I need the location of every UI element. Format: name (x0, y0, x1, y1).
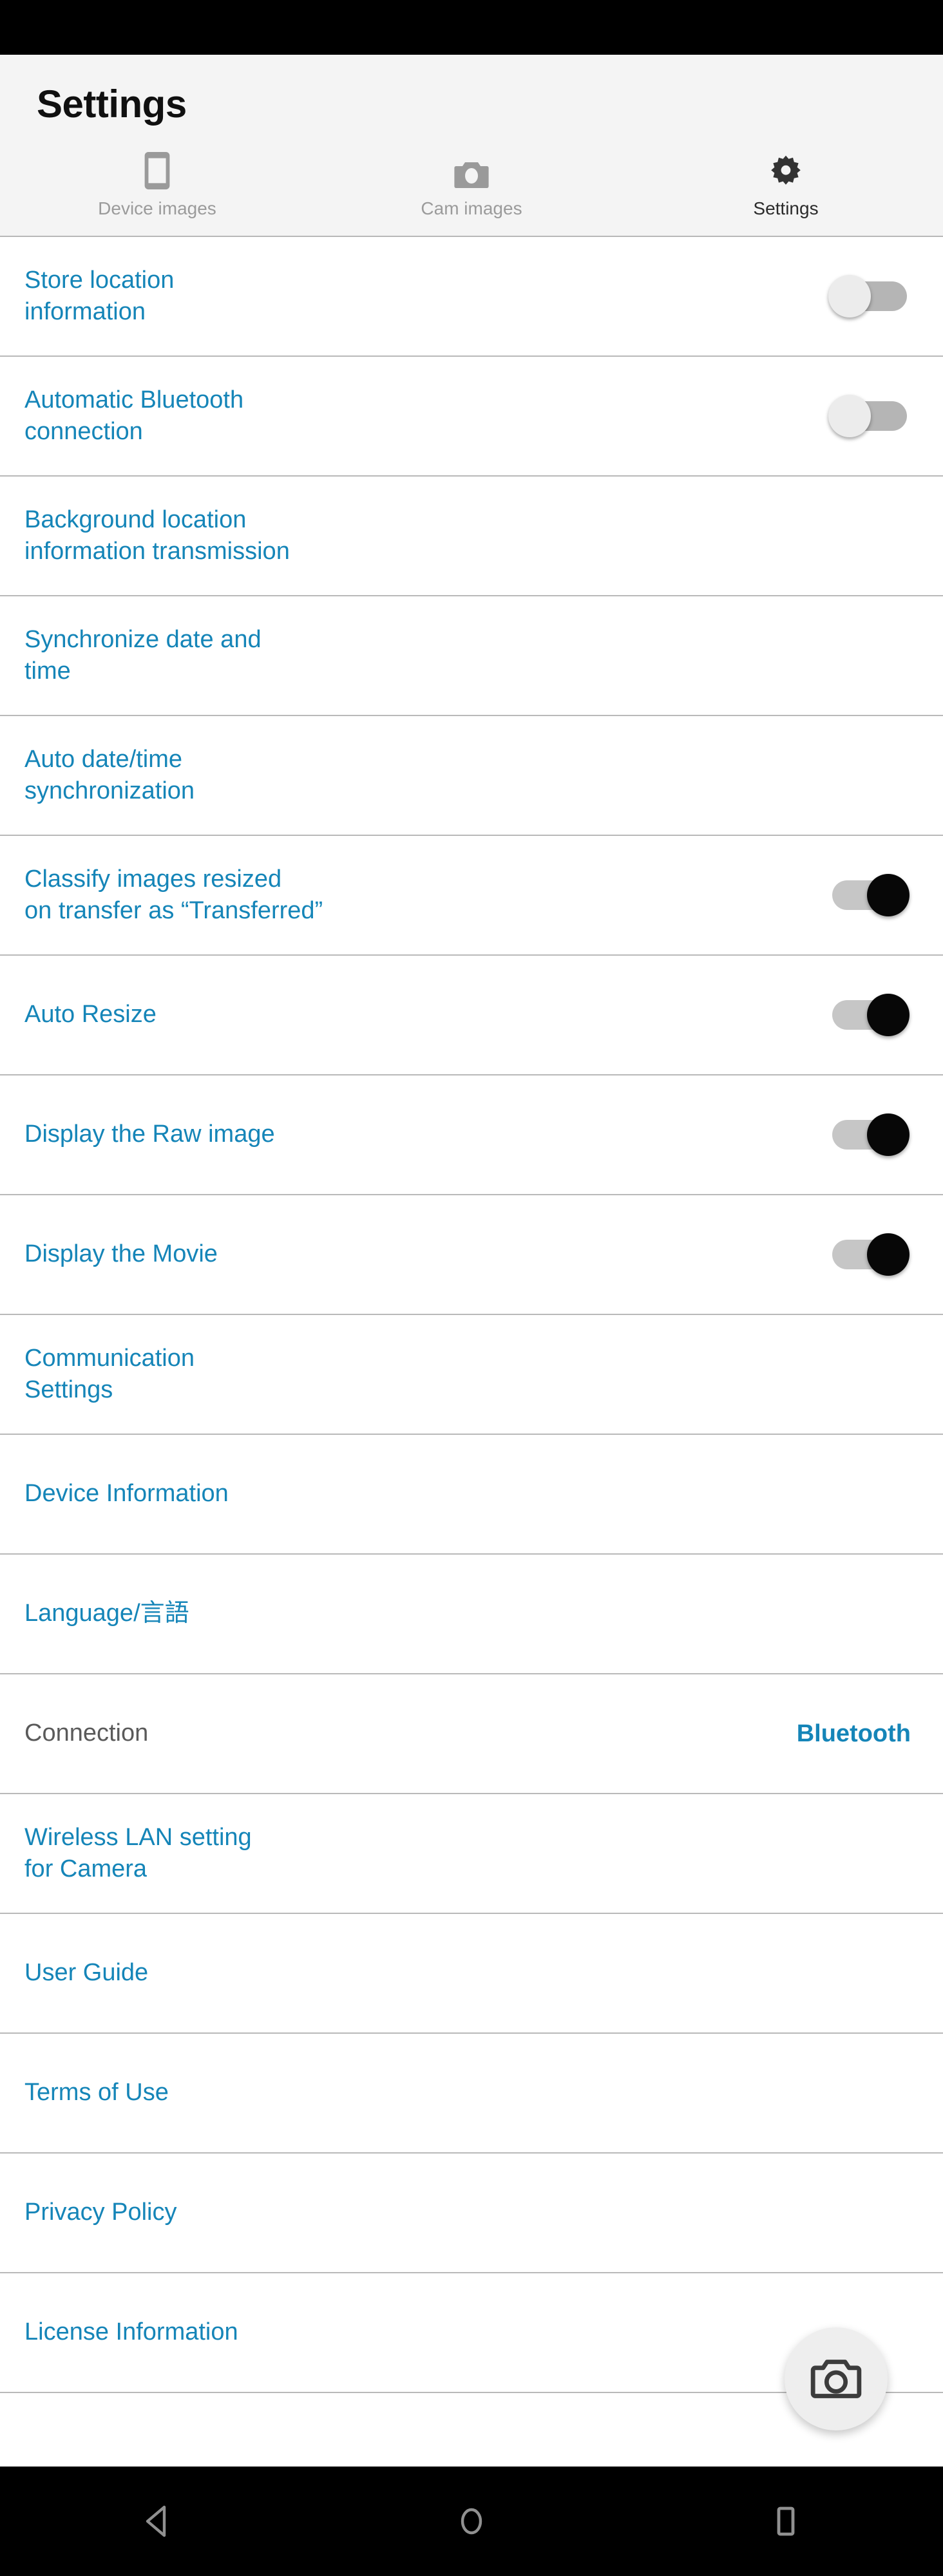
settings-row-label: Synchronize date and time (24, 625, 262, 685)
recents-square-button[interactable] (728, 2467, 844, 2576)
gear-icon (768, 151, 803, 191)
settings-row[interactable]: Display the Raw image (0, 1075, 943, 1195)
settings-row[interactable]: Store location information (0, 237, 943, 357)
settings-row-label: Wireless LAN setting for Camera (24, 1823, 252, 1882)
settings-row[interactable]: Connection Bluetooth (0, 1674, 943, 1794)
tab-bar: Device images Cam images Settings (0, 151, 943, 236)
phone-icon (143, 151, 171, 191)
camera-icon (453, 151, 490, 191)
settings-row-label: Communication Settings (24, 1344, 195, 1403)
home-circle-icon (457, 2505, 486, 2538)
settings-row-label: Privacy Policy (24, 2199, 177, 2226)
settings-row-value: Bluetooth (796, 1719, 911, 1747)
settings-row-label: Connection (24, 1719, 149, 1747)
toggle-switch[interactable] (828, 990, 912, 1039)
tab-settings[interactable]: Settings (629, 151, 943, 218)
recents-square-icon (773, 2505, 799, 2538)
settings-list: Store location information Automatic Blue… (0, 237, 943, 2467)
tab-label: Settings (753, 198, 819, 218)
camera-icon (808, 2351, 864, 2407)
settings-row-label: Display the Raw image (24, 1121, 275, 1148)
settings-row[interactable]: Device Information (0, 1435, 943, 1555)
app-header: Settings Device images Cam images Settings (0, 55, 943, 237)
settings-row-label: Automatic Bluetooth connection (24, 386, 244, 445)
status-bar (0, 0, 943, 55)
back-triangle-button[interactable] (99, 2467, 215, 2576)
settings-row[interactable]: Classify images resized on transfer as “… (0, 836, 943, 956)
toggle-thumb (867, 1113, 910, 1156)
settings-row[interactable]: Auto Resize (0, 956, 943, 1075)
toggle-thumb (867, 874, 910, 916)
toggle-switch[interactable] (828, 1230, 912, 1279)
toggle-switch[interactable] (828, 1110, 912, 1159)
settings-row-label: User Guide (24, 1959, 149, 1987)
toggle-thumb (867, 994, 910, 1036)
toggle-thumb (828, 275, 871, 317)
settings-row[interactable]: Synchronize date and time (0, 596, 943, 716)
tab-cam-images[interactable]: Cam images (314, 151, 629, 218)
page-title: Settings (37, 82, 187, 126)
settings-row-label: Background location information transmis… (24, 506, 290, 565)
settings-row[interactable]: Automatic Bluetooth connection (0, 357, 943, 477)
settings-row-label: Display the Movie (24, 1240, 218, 1268)
toggle-thumb (828, 395, 871, 437)
app-root: Settings Device images Cam images Settings… (0, 0, 943, 2576)
settings-row[interactable]: Terms of Use (0, 2034, 943, 2154)
settings-row[interactable]: User Guide (0, 1914, 943, 2034)
settings-row[interactable]: Background location information transmis… (0, 477, 943, 596)
settings-row[interactable]: Language/言語 (0, 1555, 943, 1674)
camera-fab-button[interactable] (785, 2327, 888, 2430)
settings-row[interactable]: Communication Settings (0, 1315, 943, 1435)
tab-label: Device images (98, 198, 216, 218)
toggle-switch[interactable] (828, 272, 912, 321)
tab-label: Cam images (421, 198, 522, 218)
settings-row-label: Terms of Use (24, 2079, 169, 2107)
toggle-switch[interactable] (828, 392, 912, 440)
android-nav-bar (0, 2467, 943, 2576)
settings-row[interactable]: Privacy Policy (0, 2154, 943, 2273)
home-circle-button[interactable] (414, 2467, 529, 2576)
settings-row-label: Device Information (24, 1480, 229, 1508)
settings-row[interactable]: Display the Movie (0, 1195, 943, 1315)
settings-row[interactable]: Auto date/time synchronization (0, 716, 943, 836)
tab-device-images[interactable]: Device images (0, 151, 314, 218)
settings-row-label: Language/言語 (24, 1600, 189, 1627)
back-triangle-icon (142, 2505, 172, 2538)
settings-row-label: Store location information (24, 266, 175, 325)
toggle-thumb (867, 1233, 910, 1276)
settings-row-label: License Information (24, 2318, 238, 2346)
settings-row[interactable]: Wireless LAN setting for Camera (0, 1794, 943, 1914)
settings-row-label: Auto date/time synchronization (24, 745, 195, 804)
toggle-switch[interactable] (828, 871, 912, 920)
settings-row-label: Classify images resized on transfer as “… (24, 865, 323, 924)
settings-row-label: Auto Resize (24, 1001, 157, 1028)
